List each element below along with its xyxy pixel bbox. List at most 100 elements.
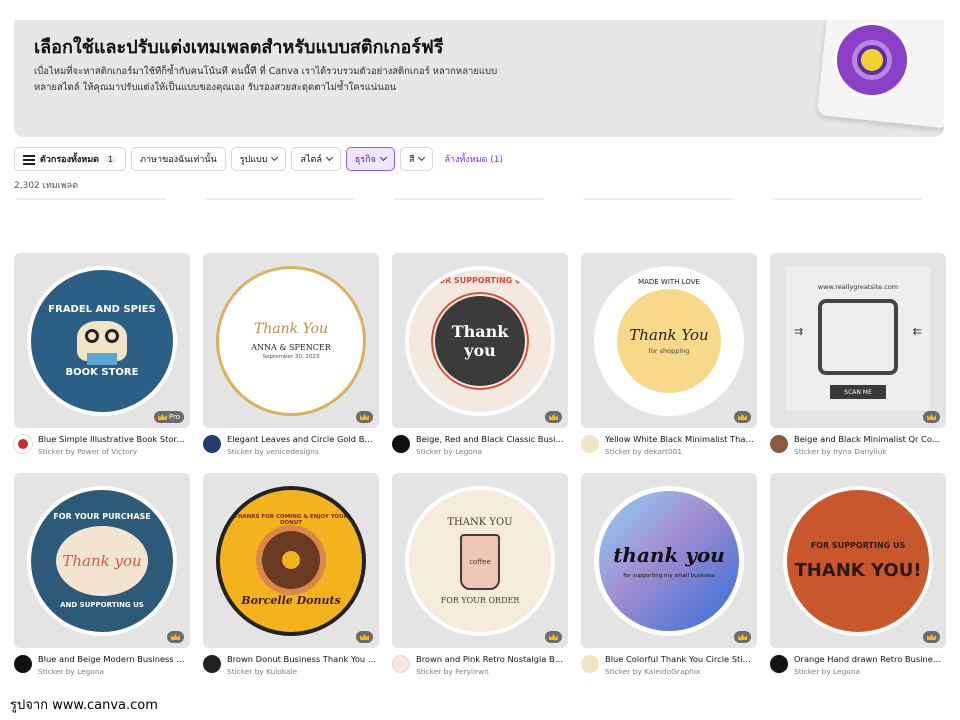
crown-icon: [927, 414, 936, 420]
template-title[interactable]: Brown Donut Business Thank You Sticker: [227, 654, 377, 664]
sticker-center-text: THANK YOU!: [794, 559, 922, 581]
template-title[interactable]: Elegant Leaves and Circle Gold Border Th…: [227, 434, 377, 444]
template-card[interactable]: THANK YOU coffee FOR YOUR ORDER Brown an…: [392, 473, 568, 676]
sticker-text-bottom: AND SUPPORTING US: [60, 601, 144, 609]
filter-label: ธุรกิจ: [354, 155, 376, 165]
sticker-center-text: thank you: [613, 542, 725, 567]
all-filters-button[interactable]: ตัวกรองทั้งหมด 1: [14, 147, 127, 171]
template-author[interactable]: Sticker by Feryiirwn: [416, 667, 566, 676]
template-title[interactable]: Orange Hand drawn Retro Business Sticker: [794, 654, 944, 664]
template-author[interactable]: Sticker by Kulokale: [227, 667, 377, 676]
sticker-text-top: THANK YOU: [447, 516, 513, 528]
template-thumbnail[interactable]: MADE WITH LOVE Thank You for shopping: [581, 253, 757, 428]
premium-badge: [923, 411, 940, 423]
sticker-text-bottom: BOOK STORE: [65, 366, 139, 378]
avatar[interactable]: [581, 655, 599, 673]
clear-all-filters-link[interactable]: ล้างทั้งหมด (1): [444, 152, 503, 166]
owl-reading-icon: [77, 320, 127, 365]
filter-bar: ตัวกรองทั้งหมด 1 ภาษาของฉันเท่านั้น รูปแ…: [14, 147, 503, 171]
template-thumbnail[interactable]: www.reallygreatsite.com ⇉ ⇇ SCAN ME: [770, 253, 946, 428]
premium-badge: [167, 631, 184, 643]
chevron-down-icon: [418, 153, 426, 162]
loading-placeholder: [583, 198, 733, 200]
loading-placeholder: [16, 198, 166, 200]
coffee-cup-icon: coffee: [460, 533, 500, 590]
image-credit: รูปจาก www.canva.com: [10, 698, 158, 713]
template-author[interactable]: Sticker by Legona: [38, 667, 188, 676]
template-card[interactable]: www.reallygreatsite.com ⇉ ⇇ SCAN ME Beig…: [770, 253, 946, 456]
crown-icon: [171, 634, 180, 640]
template-thumbnail[interactable]: FRADEL AND SPIES BOOK STORE Pro: [14, 253, 190, 428]
avatar[interactable]: [203, 655, 221, 673]
template-thumbnail[interactable]: thank you for supporting my small busine…: [581, 473, 757, 648]
filter-color[interactable]: สี: [399, 147, 434, 171]
template-author[interactable]: Sticker by Legona: [416, 447, 566, 456]
filter-label: รูปแบบ: [239, 155, 268, 165]
template-title[interactable]: Blue and Beige Modern Business Thank You…: [38, 654, 188, 664]
premium-badge: [545, 631, 562, 643]
template-title[interactable]: Brown and Pink Retro Nostalgia Business …: [416, 654, 566, 664]
template-author[interactable]: Sticker by Legona: [794, 667, 944, 676]
sticker-script-text: Thank You: [253, 321, 329, 337]
filter-my-language[interactable]: ภาษาของฉันเท่านั้น: [131, 147, 226, 171]
template-card[interactable]: THANKS FOR COMING & ENJOY YOUR DONUT Bor…: [203, 473, 379, 676]
template-card[interactable]: thank you for supporting my small busine…: [581, 473, 757, 676]
avatar[interactable]: [203, 435, 221, 453]
crown-icon: [738, 414, 747, 420]
template-card[interactable]: FOR SUPPORTING US THANK YOU! Orange Hand…: [770, 473, 946, 676]
avatar[interactable]: [392, 435, 410, 453]
filter-format[interactable]: รูปแบบ: [230, 147, 287, 171]
template-title[interactable]: Blue Simple Illustrative Book Store Stic…: [38, 434, 188, 444]
template-card[interactable]: FRADEL AND SPIES BOOK STORE Pro Blue Sim…: [14, 253, 190, 456]
crown-icon: [360, 634, 369, 640]
hero-sticker-illustration: [834, 22, 910, 98]
filter-business[interactable]: ธุรกิจ: [345, 147, 395, 171]
sticker-url-text: www.reallygreatsite.com: [817, 283, 899, 291]
template-thumbnail[interactable]: Thank You ANNA & SPENCER September 30, 2…: [203, 253, 379, 428]
template-author[interactable]: Sticker by dekart001: [605, 447, 755, 456]
sticker-sub-text: for supporting my small business: [623, 572, 715, 579]
template-card[interactable]: Thank You ANNA & SPENCER September 30, 2…: [203, 253, 379, 456]
crown-icon: [157, 414, 167, 420]
filter-label: สี: [408, 155, 415, 165]
template-thumbnail[interactable]: FOR YOUR PURCHASE Thank you AND SUPPORTI…: [14, 473, 190, 648]
template-author[interactable]: Sticker by Iryna Danyliuk: [794, 447, 944, 456]
sticker-preview: FOR YOUR PURCHASE Thank you AND SUPPORTI…: [27, 485, 177, 636]
sticker-center-text: Thank You: [629, 326, 709, 344]
pro-badge: Pro: [153, 411, 184, 423]
template-thumbnail[interactable]: THANKS FOR COMING & ENJOY YOUR DONUT Bor…: [203, 473, 379, 648]
template-author[interactable]: Sticker by Power of Victory: [38, 447, 188, 456]
template-card[interactable]: FOR YOUR PURCHASE Thank you AND SUPPORTI…: [14, 473, 190, 676]
sticker-names: ANNA & SPENCER: [251, 343, 331, 352]
hero-banner: เลือกใช้และปรับแต่งเทมเพลตสำหรับแบบสติกเ…: [14, 20, 944, 137]
sticker-center-text: Thank you: [56, 526, 148, 596]
premium-badge: [734, 631, 751, 643]
all-filters-label: ตัวกรองทั้งหมด: [40, 155, 100, 165]
template-thumbnail[interactable]: FOR SUPPORTING US THANK YOU!: [770, 473, 946, 648]
template-title[interactable]: Beige, Red and Black Classic Business St…: [416, 434, 566, 444]
template-card[interactable]: MADE WITH LOVE Thank You for shopping Ye…: [581, 253, 757, 456]
template-title[interactable]: Beige and Black Minimalist Qr Code Stick…: [794, 434, 944, 444]
loading-placeholder: [772, 198, 922, 200]
avatar[interactable]: [14, 655, 32, 673]
sticker-preview: THANK YOU coffee FOR YOUR ORDER: [405, 485, 555, 636]
avatar[interactable]: [581, 435, 599, 453]
template-card[interactable]: FOR SUPPORTING US Thank you Beige, Red a…: [392, 253, 568, 456]
template-thumbnail[interactable]: FOR SUPPORTING US Thank you: [392, 253, 568, 428]
sticker-ring-text: MADE WITH LOVE: [638, 277, 700, 286]
template-author[interactable]: Sticker by venicedesigns: [227, 447, 377, 456]
page-description: เบื่อไหมที่จะหาสติกเกอร์มาใช้ทีก็ซ้ำกับค…: [34, 66, 498, 93]
template-thumbnail[interactable]: THANK YOU coffee FOR YOUR ORDER: [392, 473, 568, 648]
template-title[interactable]: Yellow White Black Minimalist Thank You …: [605, 434, 755, 444]
avatar[interactable]: [770, 435, 788, 453]
crown-icon: [360, 414, 369, 420]
avatar[interactable]: [770, 655, 788, 673]
avatar[interactable]: [392, 655, 410, 673]
avatar[interactable]: [14, 435, 32, 453]
flower-icon: [857, 45, 887, 75]
filter-count-badge: 1: [104, 154, 118, 164]
template-author[interactable]: Sticker by KaleidoGraphix: [605, 667, 755, 676]
loading-placeholder: [394, 198, 544, 200]
template-title[interactable]: Blue Colorful Thank You Circle Sticker: [605, 654, 755, 664]
filter-style[interactable]: สไตล์: [291, 147, 341, 171]
